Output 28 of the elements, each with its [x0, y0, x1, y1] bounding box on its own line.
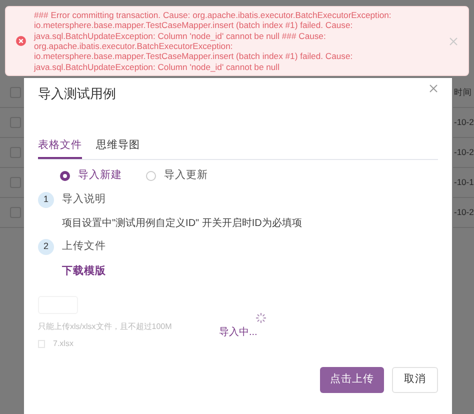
cancel-button[interactable]: 取消: [392, 367, 438, 393]
radio-button[interactable]: [60, 171, 70, 182]
error-icon: [16, 36, 26, 46]
step-number: 2: [38, 239, 54, 255]
table-cell: -10-2: [453, 198, 474, 228]
step-title: 上传文件: [62, 239, 106, 254]
download-template-link[interactable]: 下载模版: [62, 265, 106, 277]
error-message: ### Error committing transaction. Cause: org.apache.ibatis.executor.BatchExecutorException: io.metersphere.base.mapper.TestCaseMapper.insert (batch index #1) failed. Cause: java.sql.BatchUpdateException: Column 'node_id' cannot be null ### Cause: org.apache.ibatis.executor.BatchExecutorException: io.metersphere.base.mapper.TestCaseMapper.insert (batch index #1) failed. Cause: java.sql.BatchUpdateException: Column 'node_id' cannot be null: [34, 10, 392, 72]
dialog-title: 导入测试用例: [38, 85, 116, 103]
radio-label: 导入更新: [164, 168, 208, 184]
file-name: 7.xlsx: [53, 338, 74, 350]
step-description: 项目设置中"测试用例自定义ID" 开关开启时ID为必填项: [62, 216, 303, 231]
tab[interactable]: 思维导图: [96, 134, 140, 160]
table-cell: -10-2: [453, 108, 474, 138]
step-title: 导入说明: [62, 192, 106, 208]
close-icon[interactable]: [429, 84, 438, 93]
loading-text: 导入中...: [219, 326, 258, 340]
loading-spinner-icon: [256, 313, 266, 323]
file-icon: [38, 340, 45, 348]
column-header: 时间: [453, 78, 474, 108]
close-icon[interactable]: [449, 36, 458, 46]
table-cell: -10-2: [453, 138, 474, 168]
tab[interactable]: 表格文件: [38, 134, 82, 160]
table-cell: -10-1: [453, 168, 474, 198]
radio-label: 导入新建: [78, 168, 122, 184]
step-number: 1: [38, 192, 54, 208]
upload-hint: 只能上传xls/xlsx文件，且不超过100M: [38, 320, 172, 333]
upload-button[interactable]: 点击上传: [320, 367, 384, 393]
